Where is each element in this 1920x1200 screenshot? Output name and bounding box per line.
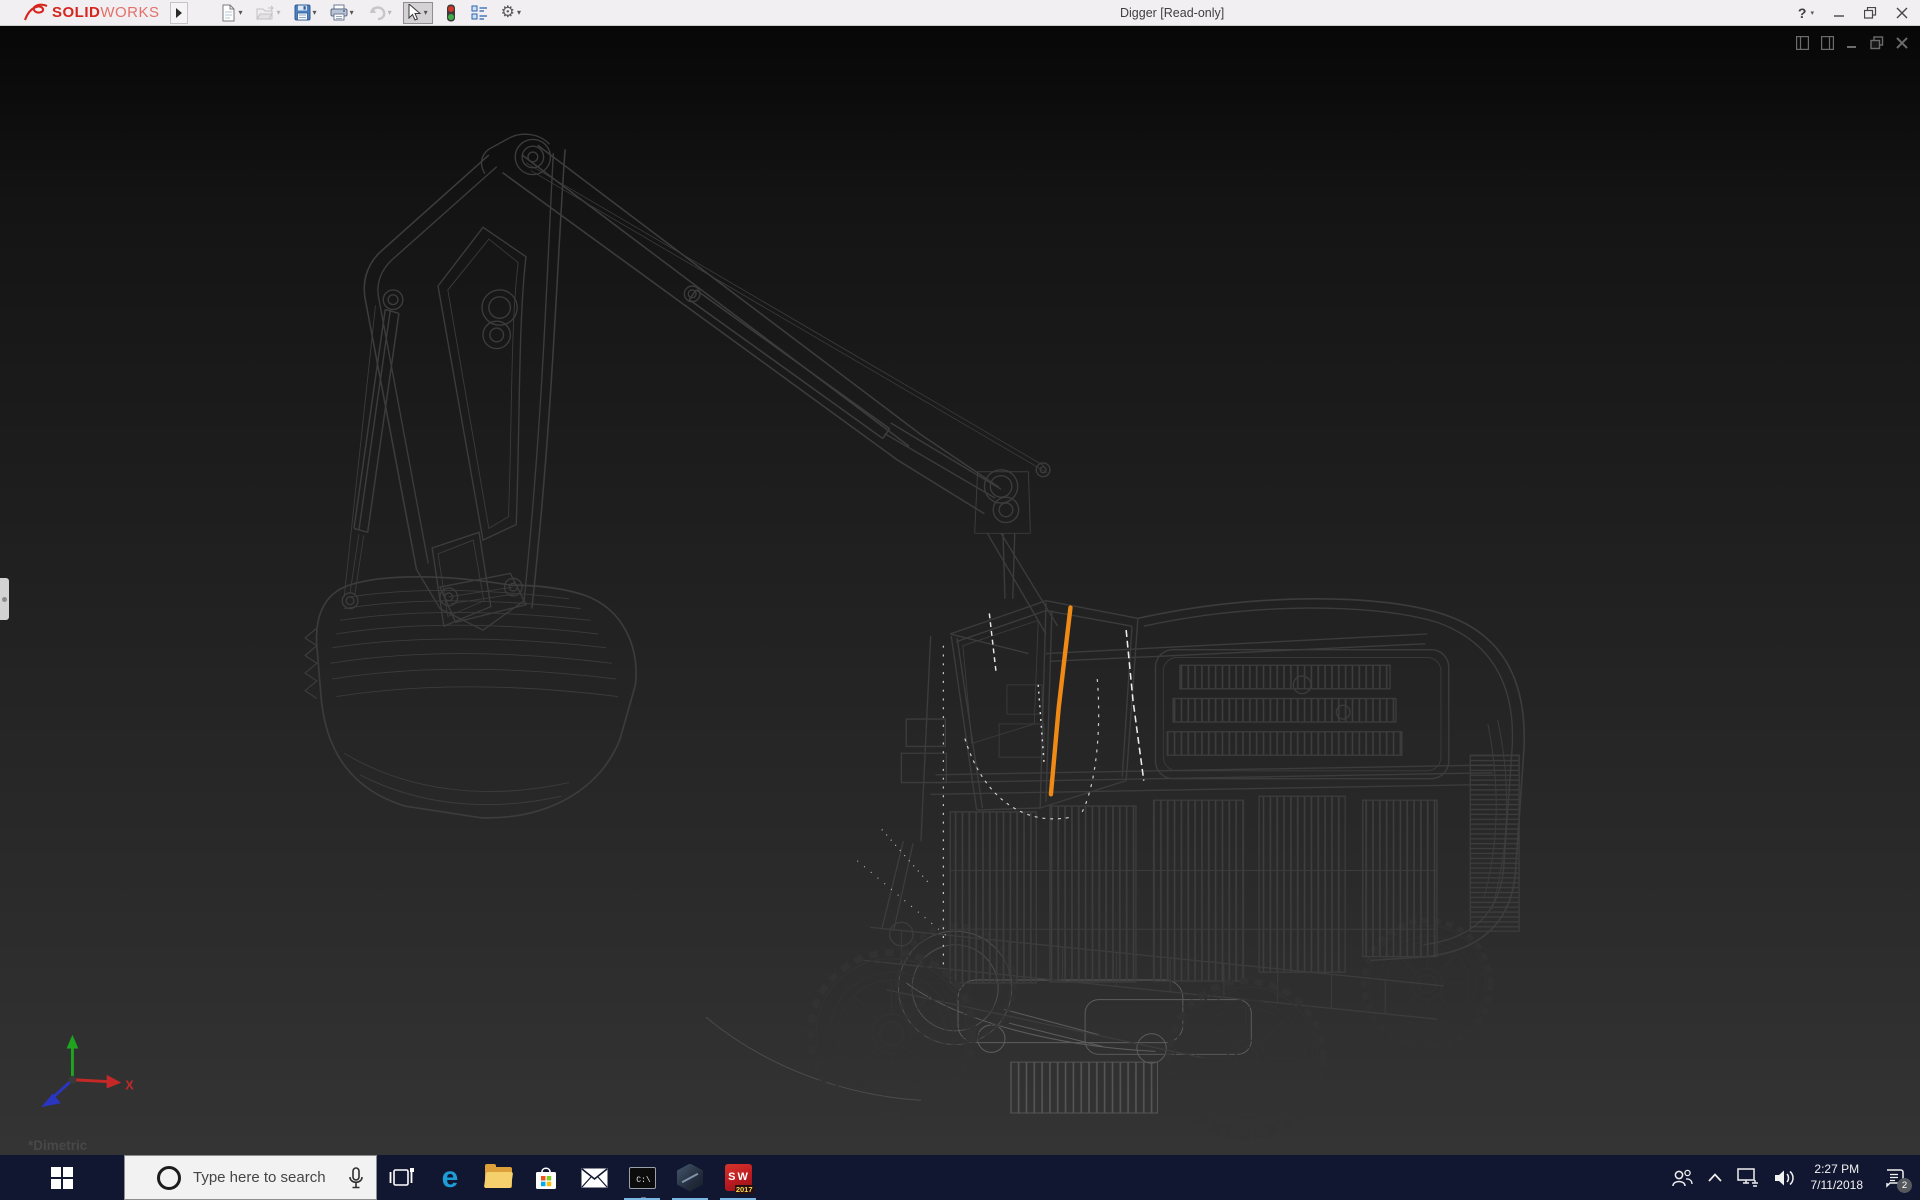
- panel-tab-dot-icon: [2, 597, 7, 602]
- save-button[interactable]: ▾: [292, 2, 319, 24]
- notification-badge: 2: [1897, 1178, 1912, 1193]
- windows-logo-icon: [51, 1167, 73, 1189]
- options-button[interactable]: ⚙▾: [499, 2, 523, 24]
- restore-button[interactable]: [1862, 2, 1879, 24]
- window-title: Digger [Read-only]: [1120, 6, 1224, 20]
- open-button[interactable]: ▾: [254, 2, 283, 24]
- gear-icon: ⚙: [501, 5, 515, 21]
- solidworks-window: SOLIDWORKS ▾ ▾: [0, 0, 1920, 1200]
- mail-icon: [581, 1168, 608, 1188]
- network-button[interactable]: [1737, 1168, 1759, 1187]
- traffic-light-icon: [444, 4, 458, 22]
- pane-right-icon[interactable]: [1821, 36, 1834, 50]
- hexagon-app-icon: [677, 1164, 703, 1192]
- document-window-controls: [1796, 36, 1908, 50]
- selected-edge[interactable]: [1051, 608, 1071, 795]
- excavator-wireframe-model[interactable]: X: [0, 26, 1920, 1155]
- boom-arm-assembly[interactable]: [342, 134, 1058, 634]
- taskbar-solidworks-button[interactable]: SW 2017: [714, 1155, 762, 1200]
- volume-button[interactable]: [1774, 1169, 1796, 1187]
- doc-restore-icon[interactable]: [1870, 36, 1884, 50]
- sw-year-badge: 2017: [735, 1185, 754, 1194]
- triad-x-label: X: [125, 1079, 134, 1093]
- menu-flyout-arrow[interactable]: [170, 2, 188, 24]
- windows-taskbar: e: [0, 1155, 1920, 1200]
- system-tray: 2:27 PM 7/11/2018 2: [1671, 1155, 1920, 1200]
- taskbar-task-view-button[interactable]: [378, 1155, 426, 1200]
- taskbar-apps: e: [378, 1155, 762, 1200]
- start-button[interactable]: [0, 1155, 124, 1200]
- taskbar-store-button[interactable]: [522, 1155, 570, 1200]
- taskbar-mail-button[interactable]: [570, 1155, 618, 1200]
- print-icon: [330, 4, 348, 21]
- taskbar-file-explorer-button[interactable]: [474, 1155, 522, 1200]
- taskbar-search[interactable]: [124, 1155, 377, 1200]
- tray-date: 7/11/2018: [1811, 1178, 1864, 1192]
- help-button[interactable]: ?▾: [1796, 2, 1816, 24]
- people-button[interactable]: [1671, 1168, 1693, 1188]
- doc-minimize-icon[interactable]: [1846, 36, 1858, 50]
- close-button[interactable]: [1894, 2, 1910, 24]
- edge-icon: e: [442, 1163, 459, 1193]
- tray-overflow-button[interactable]: [1708, 1173, 1722, 1182]
- solidworks-2017-icon: SW 2017: [725, 1164, 752, 1191]
- tray-time: 2:27 PM: [1814, 1162, 1859, 1176]
- chevron-up-icon: [1708, 1173, 1722, 1182]
- reference-triad[interactable]: X: [41, 1035, 134, 1107]
- quick-toolbar: ▾ ▾ ▾: [218, 2, 523, 24]
- solidworks-mark-icon: [22, 3, 48, 23]
- people-icon: [1671, 1168, 1693, 1188]
- clock[interactable]: 2:27 PM 7/11/2018: [1811, 1162, 1864, 1193]
- print-button[interactable]: ▾: [328, 2, 356, 24]
- file-explorer-icon: [485, 1167, 512, 1188]
- restore-icon: [1864, 7, 1877, 19]
- bucket[interactable]: [305, 577, 636, 818]
- view-orientation-label: *Dimetric: [28, 1138, 87, 1153]
- arrow-right-icon: [175, 7, 183, 19]
- minimize-icon: [1833, 7, 1845, 19]
- select-tool-button[interactable]: ▾: [403, 2, 433, 24]
- undo-button[interactable]: ▾: [365, 2, 394, 24]
- graphics-viewport[interactable]: X *Dimetr: [0, 26, 1920, 1155]
- cab-frame[interactable]: [950, 601, 1138, 810]
- new-document-icon: [220, 4, 237, 22]
- select-cursor-icon: [408, 4, 422, 21]
- command-prompt-icon: C:\ _: [629, 1167, 656, 1189]
- open-folder-icon: [256, 5, 275, 21]
- properties-list-icon: [471, 5, 488, 21]
- taskbar-edge-button[interactable]: e: [426, 1155, 474, 1200]
- title-bar: SOLIDWORKS ▾ ▾: [0, 0, 1920, 26]
- store-icon: [533, 1165, 559, 1191]
- rebuild-button[interactable]: [442, 2, 460, 24]
- window-controls: ?▾: [1796, 0, 1910, 26]
- task-view-icon: [389, 1166, 415, 1190]
- save-floppy-icon: [294, 4, 311, 21]
- taskbar-hexagon-app-button[interactable]: [666, 1155, 714, 1200]
- taskbar-search-input[interactable]: [193, 1169, 348, 1186]
- file-properties-button[interactable]: [469, 2, 490, 24]
- brand-solid: SOLID: [52, 4, 100, 21]
- pane-left-icon[interactable]: [1796, 36, 1809, 50]
- speaker-icon: [1774, 1169, 1796, 1187]
- network-icon: [1737, 1168, 1759, 1187]
- doc-close-icon[interactable]: [1896, 37, 1908, 49]
- brand-works: WORKS: [100, 4, 159, 21]
- new-document-button[interactable]: ▾: [218, 2, 245, 24]
- feature-panel-tab[interactable]: [0, 578, 9, 620]
- action-center-button[interactable]: 2: [1884, 1168, 1904, 1188]
- microphone-icon[interactable]: [348, 1167, 364, 1189]
- taskbar-command-prompt-button[interactable]: C:\ _: [618, 1155, 666, 1200]
- cortana-icon[interactable]: [157, 1166, 181, 1190]
- solidworks-logo: SOLIDWORKS: [22, 0, 160, 26]
- undo-arrow-icon: [367, 5, 386, 21]
- minimize-button[interactable]: [1831, 2, 1847, 24]
- close-icon: [1896, 7, 1908, 19]
